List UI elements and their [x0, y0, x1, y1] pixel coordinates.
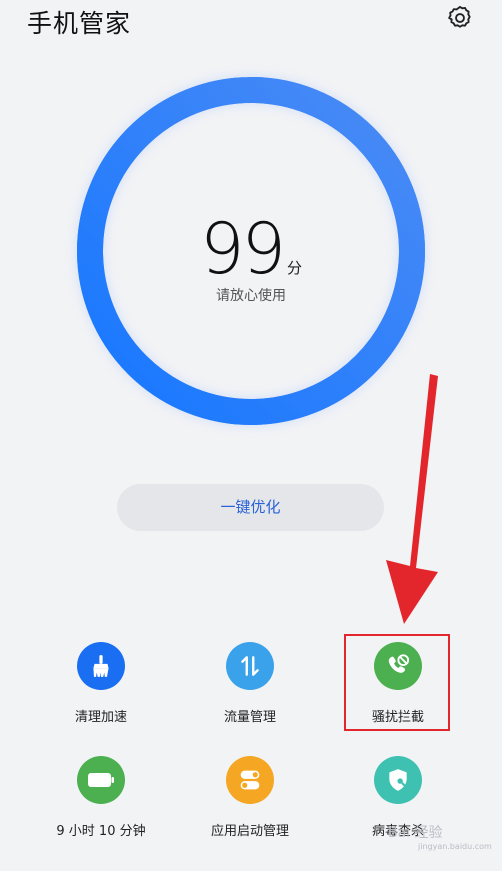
tool-label: 9 小时 10 分钟 — [56, 824, 146, 839]
tool-app-launch[interactable]: 应用启动管理 — [175, 756, 325, 839]
watermark-text: Bai 经验 — [388, 825, 443, 841]
page-title: 手机管家 — [27, 9, 132, 38]
shield-scan-icon — [374, 756, 422, 804]
optimize-button[interactable]: 一键优化 — [117, 484, 384, 531]
data-arrows-icon — [226, 642, 274, 690]
gear-icon — [448, 5, 471, 28]
score-value: 99 — [199, 208, 286, 290]
settings-button[interactable] — [446, 4, 474, 32]
watermark-sub: jingyan.baidu.com — [418, 842, 492, 851]
app-toggle-icon — [226, 756, 274, 804]
tool-data-usage[interactable]: 流量管理 — [175, 642, 325, 725]
tool-battery[interactable]: 9 小时 10 分钟 — [26, 756, 176, 839]
battery-icon — [77, 756, 125, 804]
highlight-box — [344, 634, 450, 731]
tool-label: 应用启动管理 — [210, 824, 289, 839]
broom-icon — [77, 642, 125, 690]
watermark: Bai 经验 jingyan.baidu.com — [388, 822, 492, 851]
tool-label: 清理加速 — [74, 710, 127, 725]
tool-cleanup[interactable]: 清理加速 — [26, 642, 176, 725]
score-display: 99 分 — [60, 208, 442, 290]
score-ring: 99 分 请放心使用 — [60, 60, 442, 442]
score-status: 请放心使用 — [216, 288, 286, 304]
score-unit: 分 — [287, 259, 303, 277]
tool-label: 流量管理 — [223, 710, 276, 725]
